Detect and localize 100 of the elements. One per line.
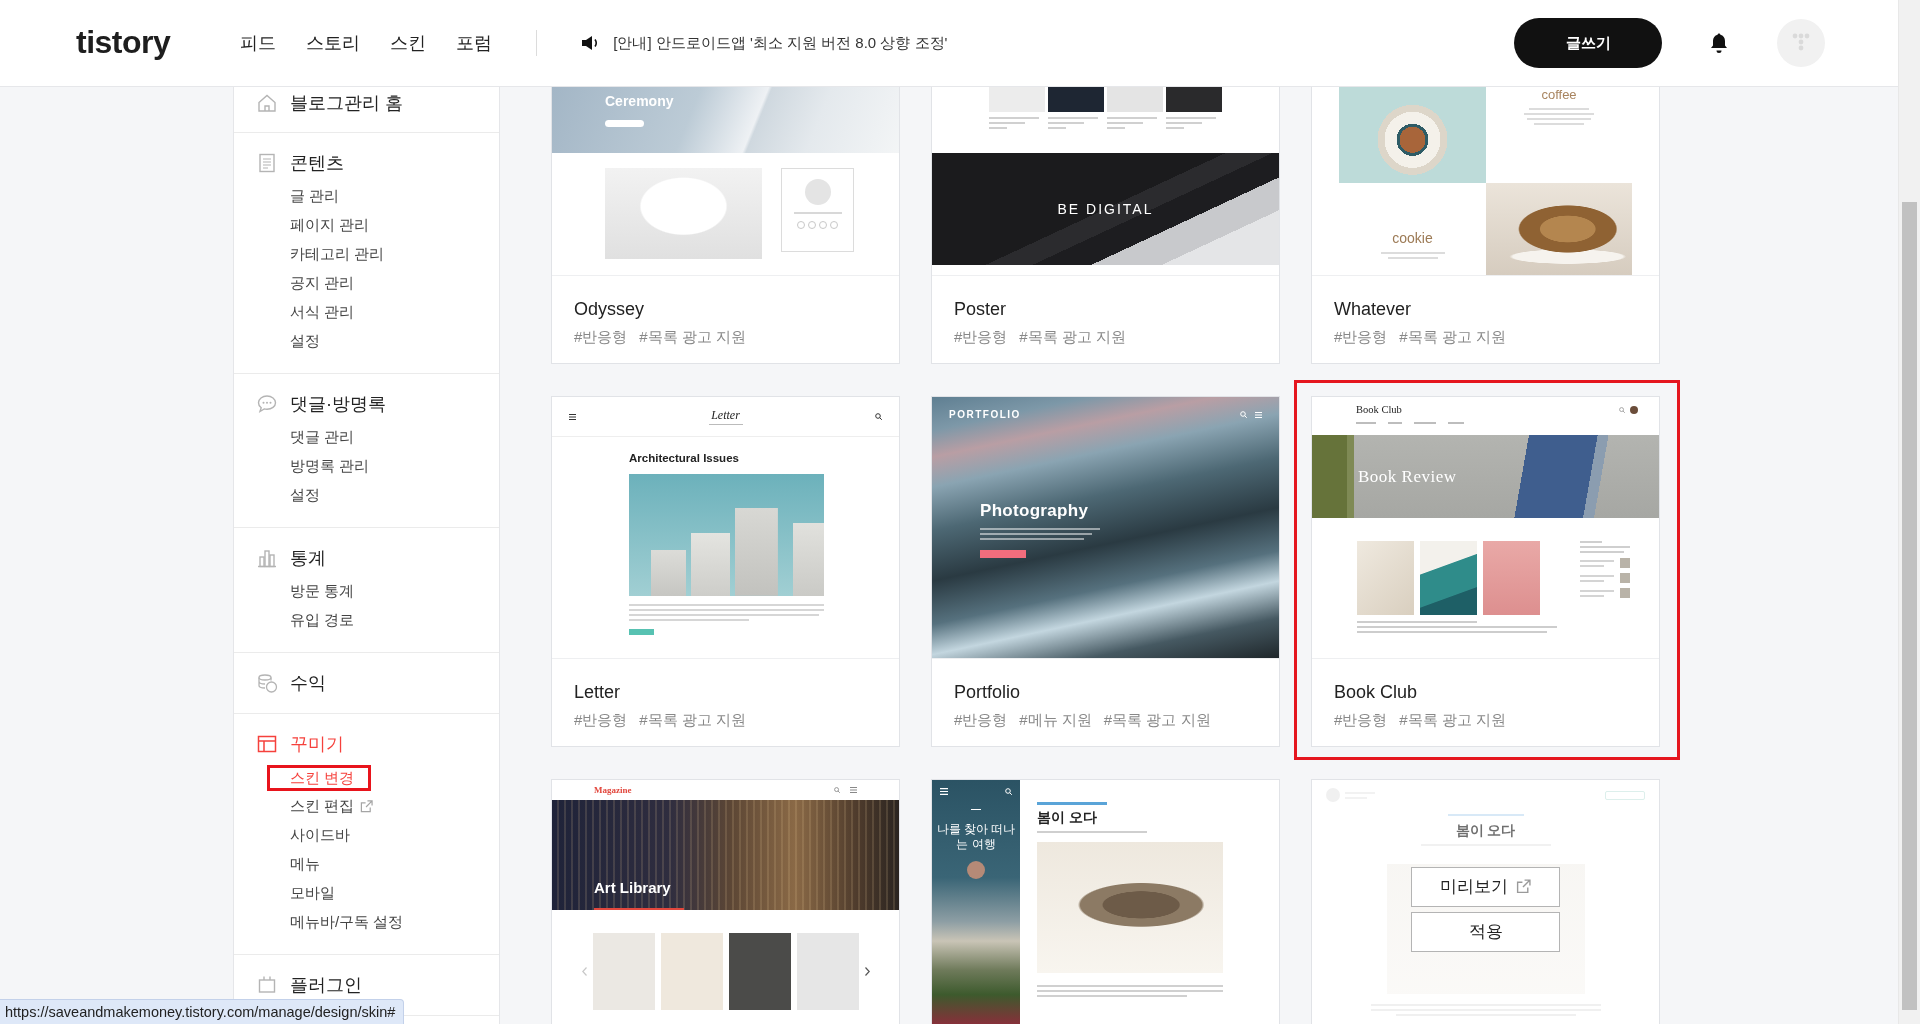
write-button[interactable]: 글쓰기 — [1514, 18, 1662, 68]
skin-card[interactable]: PORTFOLIO Photography Portfolio #반응형 #메뉴 지원 #목록 광고 지원 — [931, 396, 1280, 747]
banner-title: BE DIGITAL — [1057, 201, 1154, 217]
skin-tag: #반응형 — [574, 708, 628, 732]
sidebar-item[interactable]: 방문 통계 — [290, 582, 355, 601]
sidebar-item[interactable]: 메뉴바/구독 설정 — [290, 913, 404, 932]
sidebar-heading[interactable]: 콘텐츠 — [290, 151, 344, 175]
text-lines-drawing — [1524, 108, 1594, 125]
sidebar-item[interactable]: 글 관리 — [290, 187, 340, 206]
avatar-icon — [967, 861, 985, 879]
photo-placeholder — [1048, 87, 1104, 112]
blog-logo-text: Magazine — [594, 785, 632, 795]
skin-name: Book Club — [1334, 681, 1419, 704]
sidebar-item[interactable]: 유입 경로 — [290, 611, 355, 630]
skin-card[interactable]: Letter Architectural Issues Letter #반응형 #목록 광고 지원 — [551, 396, 900, 747]
avatar-icon[interactable] — [1777, 19, 1825, 67]
skin-name: Odyssey — [574, 298, 646, 321]
sidebar-item[interactable]: 스킨 편집 — [290, 797, 374, 816]
menu-icon — [850, 787, 857, 793]
sidebar-item[interactable]: 댓글 관리 — [290, 428, 355, 447]
nav-link[interactable]: 피드 — [240, 31, 277, 55]
action-button[interactable]: 적용 — [1411, 911, 1560, 952]
menu-icon — [569, 413, 576, 420]
skin-tag: #반응형 — [1334, 708, 1388, 732]
action-button[interactable]: 미리보기 — [1411, 866, 1560, 907]
sidebar-item[interactable]: 사이드바 — [290, 826, 350, 845]
text-lines-drawing — [708, 423, 743, 425]
text-lines-drawing — [1580, 589, 1614, 597]
blog-logo-text: Letter — [711, 408, 740, 422]
logo[interactable]: tistory — [76, 26, 171, 58]
section-title: coffee — [1541, 88, 1577, 102]
cover-title: Photography — [980, 501, 1089, 521]
text-lines-drawing — [1048, 117, 1098, 129]
skin-tag: #목록 광고 지원 — [639, 708, 747, 732]
text-lines-drawing — [1580, 559, 1614, 567]
skin-name: Letter — [574, 681, 622, 704]
sidebar-item[interactable]: 설정 — [290, 332, 320, 351]
bell-icon[interactable] — [1709, 32, 1729, 54]
skin-tag: #목록 광고 지원 — [1103, 708, 1211, 732]
skin-card[interactable]: Magazine Art Library — [551, 779, 900, 1024]
mini-button — [605, 120, 644, 127]
chevron-right-icon — [865, 967, 870, 976]
sidebar-item[interactable]: 스킨 변경 — [267, 764, 372, 791]
skin-card[interactable]: Book Club Book Review Book Club #반응형 #목록 광고 지원 — [1311, 396, 1660, 747]
scrollbar-thumb[interactable] — [1902, 202, 1917, 1010]
skin-card[interactable]: BE DIGITAL Poster #반응형 #목록 광고 지원 — [931, 87, 1280, 364]
text-lines-drawing — [1580, 541, 1630, 553]
skin-tag: #반응형 — [574, 325, 628, 349]
sidebar-item[interactable]: 페이지 관리 — [290, 216, 370, 235]
skin-tag: #반응형 — [954, 708, 1008, 732]
sidebar-item[interactable]: 방명록 관리 — [290, 457, 370, 476]
sidebar-item[interactable]: 카테고리 관리 — [290, 245, 385, 264]
skin-tag: #목록 광고 지원 — [1019, 325, 1127, 349]
nav-link[interactable]: 포럼 — [456, 31, 493, 55]
link-status-bar: https://saveandmakemoney.tistory.com/manage/design/skin# — [0, 999, 405, 1024]
search-icon — [1240, 411, 1247, 418]
sidebar-item[interactable]: 메뉴 — [290, 855, 320, 874]
skin-tag: #반응형 — [954, 325, 1008, 349]
skin-tag: #반응형 — [1334, 325, 1388, 349]
sidebar-heading[interactable]: 댓글·방명록 — [290, 392, 386, 416]
mini-button — [629, 629, 654, 635]
blog-title: 나를 찾아 떠나는 여행 — [935, 822, 1017, 852]
sidebar-item[interactable]: 서식 관리 — [290, 303, 355, 322]
sidebar-item[interactable]: 모바일 — [290, 884, 335, 903]
banner-title: Art Library — [594, 879, 671, 897]
post-title: 봄이 오다 — [1455, 822, 1516, 838]
text-lines-drawing — [1380, 252, 1445, 259]
notice-link[interactable]: [안내] 안드로이드앱 '최소 지원 버전 8.0 상향 조정' — [613, 33, 948, 53]
text-lines-drawing — [1166, 117, 1216, 129]
nav-link[interactable]: 스토리 — [306, 31, 361, 55]
search-icon — [1619, 407, 1625, 413]
sidebar-heading[interactable]: 플러그인 — [290, 973, 362, 997]
sidebar-heading[interactable]: 수익 — [290, 671, 326, 695]
menu-icon — [1255, 411, 1262, 418]
post-title: 봄이 오다 — [1037, 809, 1097, 825]
sidebar-heading[interactable]: 통계 — [290, 546, 326, 570]
skin-card[interactable]: Ceremony Odyssey #반응형 #목록 광고 지원 — [551, 87, 900, 364]
sidebar-heading[interactable]: 꾸미기 — [290, 732, 344, 756]
search-icon — [1005, 788, 1012, 795]
article-title: Architectural Issues — [629, 451, 739, 466]
banner-title: Book Review — [1358, 466, 1457, 487]
menu-icon — [940, 788, 948, 795]
sidebar-item[interactable]: 설정 — [290, 486, 320, 505]
sidebar-item[interactable]: 공지 관리 — [290, 274, 355, 293]
text-lines-drawing — [989, 117, 1039, 129]
skin-card[interactable]: 봄이 오다 미리보기 적용 — [1311, 779, 1660, 1024]
skin-tag: #메뉴 지원 — [1019, 708, 1092, 732]
skin-tag: #목록 광고 지원 — [1399, 708, 1507, 732]
nav-link[interactable]: 스킨 — [390, 31, 427, 55]
blog-logo-text: Book Club — [1356, 404, 1402, 416]
skin-name: Poster — [954, 298, 1008, 321]
avatar-icon — [1630, 406, 1638, 414]
skin-card[interactable]: coffee cookie Whatever #반응형 #목록 광고 지원 — [1311, 87, 1660, 364]
skin-card[interactable]: 나를 찾아 떠나는 여행 봄이 오다 — [931, 779, 1280, 1024]
skin-name: Whatever — [1334, 298, 1413, 321]
sidebar-heading[interactable]: 블로그관리 홈 — [290, 91, 403, 115]
section-title: cookie — [1392, 230, 1433, 246]
photo-placeholder — [1166, 87, 1222, 112]
skin-tag: #목록 광고 지원 — [1399, 325, 1507, 349]
text-lines-drawing — [1107, 117, 1157, 129]
